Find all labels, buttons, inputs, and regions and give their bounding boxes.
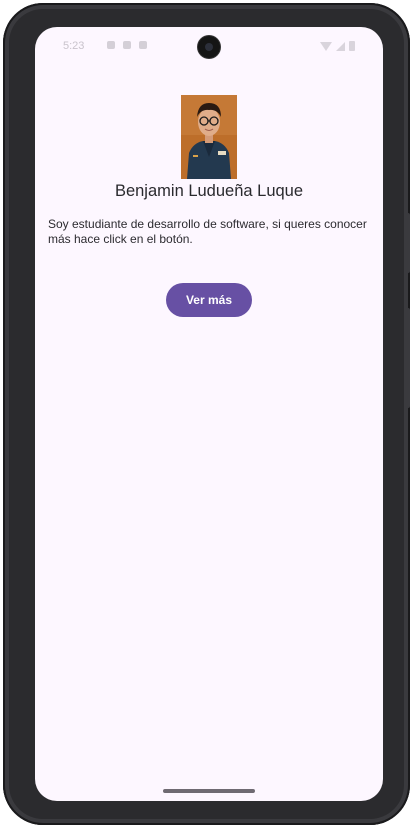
battery-icon [349, 41, 355, 51]
profile-description: Soy estudiante de desarrollo de software… [48, 217, 367, 246]
power-button [406, 213, 410, 273]
gesture-nav-handle[interactable] [163, 789, 255, 793]
status-time: 5:23 [63, 40, 85, 52]
notification-icons [107, 41, 147, 49]
app-screen: 5:23 Benjamin Ludueña Luque Soy estudian… [35, 27, 383, 801]
avatar [181, 95, 237, 179]
system-icons [320, 41, 355, 51]
notification-icon [107, 41, 115, 49]
signal-icon [336, 41, 345, 51]
avatar-illustration [181, 95, 237, 179]
ver-mas-button[interactable]: Ver más [166, 283, 252, 317]
camera-cutout [198, 36, 220, 58]
profile-name: Benjamin Ludueña Luque [114, 182, 304, 200]
wifi-icon [320, 41, 332, 51]
notification-icon [139, 41, 147, 49]
notification-icon [123, 41, 131, 49]
phone-frame: 5:23 Benjamin Ludueña Luque Soy estudian… [3, 3, 410, 825]
volume-button [406, 308, 410, 408]
